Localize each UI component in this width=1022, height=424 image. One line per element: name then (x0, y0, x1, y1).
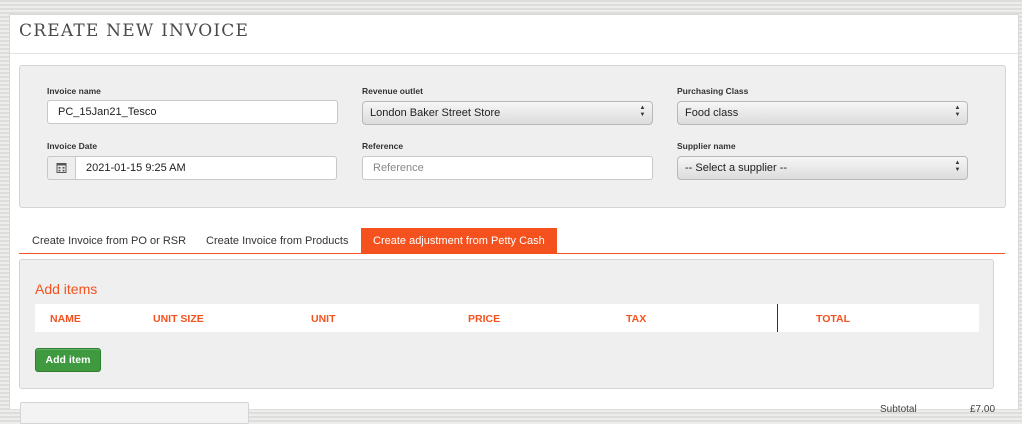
purchasing-class-value: Food class (685, 107, 739, 119)
column-header-tax: TAX (626, 313, 647, 325)
invoice-form: Invoice name Revenue outlet London Baker… (19, 65, 1006, 208)
tab-underline (19, 253, 1005, 254)
invoice-date-input[interactable] (75, 156, 337, 180)
page-title: CREATE NEW INVOICE (19, 21, 250, 41)
select-arrows-icon: ▲ ▼ (954, 105, 961, 118)
reference-label: Reference (362, 141, 404, 151)
tab-petty-cash-adjustment[interactable]: Create adjustment from Petty Cash (361, 228, 557, 254)
invoice-date-label: Invoice Date (47, 141, 98, 151)
revenue-outlet-label: Revenue outlet (362, 86, 423, 96)
purchasing-class-select[interactable]: Food class ▲ ▼ (677, 101, 968, 125)
notes-box (20, 402, 249, 424)
select-arrows-icon: ▲ ▼ (639, 105, 646, 118)
column-header-name: NAME (50, 313, 81, 325)
subtotal-label: Subtotal (880, 404, 917, 415)
purchasing-class-label: Purchasing Class (677, 86, 749, 96)
revenue-outlet-select[interactable]: London Baker Street Store ▲ ▼ (362, 101, 653, 125)
revenue-outlet-value: London Baker Street Store (370, 107, 501, 119)
tab-invoice-from-po[interactable]: Create Invoice from PO or RSR (20, 228, 198, 254)
supplier-name-label: Supplier name (677, 141, 736, 151)
add-item-button[interactable]: Add item (35, 348, 101, 372)
column-divider (777, 304, 778, 332)
add-items-section: Add items NAME UNIT SIZE UNIT PRICE TAX … (19, 259, 994, 389)
calendar-icon[interactable] (47, 156, 76, 180)
supplier-select[interactable]: -- Select a supplier -- ▲ ▼ (677, 156, 968, 180)
invoice-panel: CREATE NEW INVOICE Invoice name Revenue … (9, 14, 1019, 424)
invoice-name-label: Invoice name (47, 86, 101, 96)
column-header-unit: UNIT (311, 313, 336, 325)
column-header-price: PRICE (468, 313, 501, 325)
subtotal-value: £7.00 (970, 404, 996, 415)
reference-input[interactable] (362, 156, 653, 180)
add-items-title: Add items (35, 281, 98, 297)
items-table-header: NAME UNIT SIZE UNIT PRICE TAX TOTAL (35, 304, 979, 332)
tab-invoice-from-products[interactable]: Create Invoice from Products (194, 228, 360, 254)
invoice-date-group (47, 156, 338, 180)
invoice-name-input[interactable] (47, 100, 338, 124)
supplier-value: -- Select a supplier -- (685, 162, 788, 174)
select-arrows-icon: ▲ ▼ (954, 160, 961, 173)
title-divider (10, 53, 1018, 54)
column-header-total: TOTAL (816, 313, 851, 325)
column-header-unit-size: UNIT SIZE (153, 313, 204, 325)
